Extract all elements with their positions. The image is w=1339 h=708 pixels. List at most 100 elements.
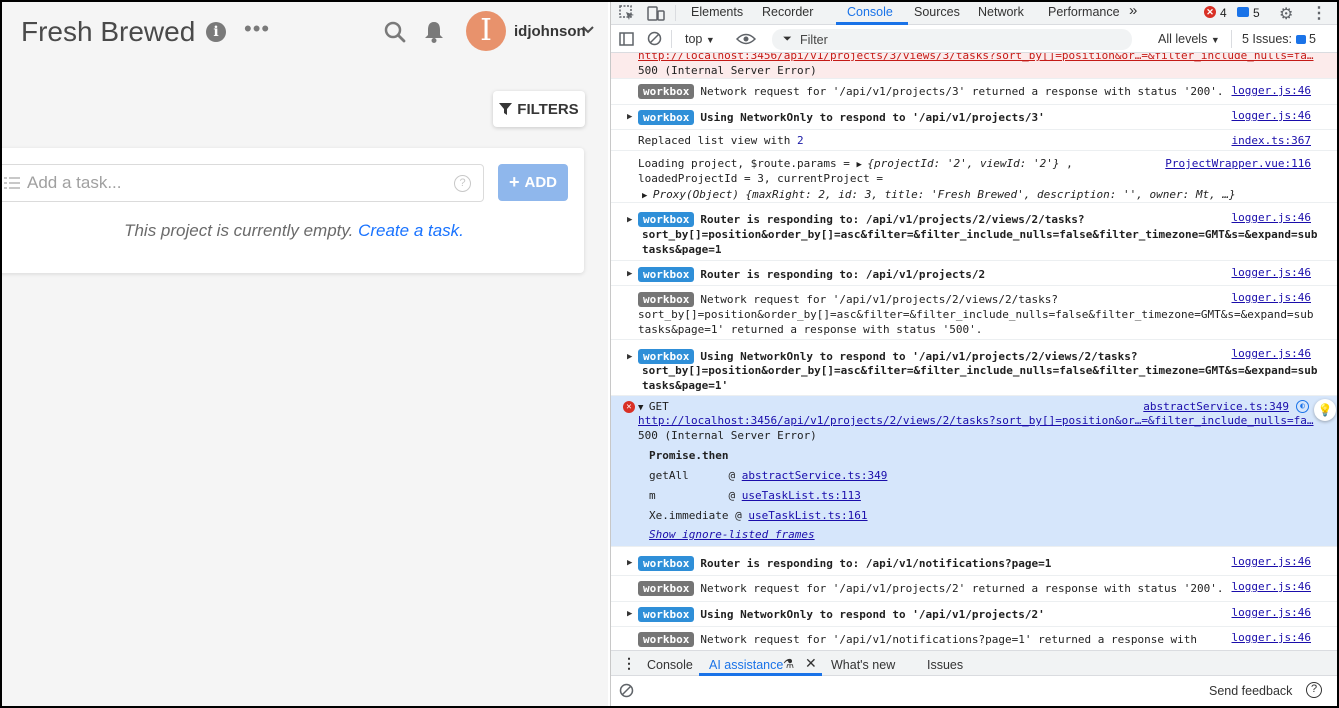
console-error-row[interactable]: ✕ ▼ GET abstractService.ts:349 ◐ http://…: [611, 396, 1337, 547]
send-feedback-link[interactable]: Send feedback: [1209, 684, 1292, 698]
tab-performance[interactable]: Performance: [1048, 5, 1120, 19]
source-link[interactable]: abstractService.ts:349: [1143, 400, 1289, 413]
source-link[interactable]: logger.js:46: [1232, 291, 1311, 304]
help-icon[interactable]: ?: [454, 175, 471, 192]
drawer-tab-whats-new[interactable]: What's new: [831, 658, 895, 672]
expand-arrow-icon[interactable]: ▶: [627, 558, 632, 568]
workbox-badge: workbox: [638, 556, 695, 571]
device-toolbar-icon[interactable]: [647, 5, 665, 21]
create-task-link[interactable]: Create a task.: [358, 221, 464, 240]
add-task-input[interactable]: [27, 170, 437, 196]
expand-arrow-icon[interactable]: ▶: [627, 609, 632, 619]
more-options-icon[interactable]: •••: [244, 16, 270, 42]
filter-field[interactable]: ⏷: [772, 29, 1132, 50]
drawer-tab-ai-assistance[interactable]: AI assistance: [709, 658, 783, 672]
console-row[interactable]: ▶ workbox Router is responding to: /api/v…: [611, 551, 1337, 576]
sidebar-toggle-icon[interactable]: [619, 32, 634, 46]
error-url[interactable]: http://localhost:3456/api/v1/projects/2/…: [638, 414, 1314, 427]
context-selector[interactable]: top ▼: [685, 32, 715, 46]
gear-icon[interactable]: ⚙: [1279, 4, 1293, 24]
lightbulb-icon[interactable]: 💡: [1314, 399, 1336, 421]
tab-recorder[interactable]: Recorder: [762, 5, 813, 19]
log-levels-dropdown[interactable]: All levels ▼: [1158, 32, 1220, 46]
message-count[interactable]: 5: [1253, 6, 1260, 20]
drawer-content: Send feedback ?: [611, 676, 1337, 706]
error-url[interactable]: http://localhost:3456/api/v1/projects/3/…: [638, 53, 1314, 62]
globe-icon[interactable]: ◐: [1296, 400, 1309, 413]
source-link[interactable]: logger.js:46: [1232, 555, 1311, 568]
tab-sources[interactable]: Sources: [914, 5, 960, 19]
log-object[interactable]: {projectId: '2', viewId: '2'}: [867, 157, 1059, 170]
log-text: loadedProjectId = 3, currentProject =: [638, 172, 884, 185]
issues-button[interactable]: 5 Issues: 5: [1242, 32, 1316, 46]
drawer-tab-issues[interactable]: Issues: [927, 658, 963, 672]
console-row: Loading project, $route.params = ▶ {proj…: [611, 151, 1337, 203]
message-badge-icon[interactable]: [1237, 7, 1249, 17]
source-link[interactable]: logger.js:46: [1232, 606, 1311, 619]
issues-count: 5: [1309, 32, 1316, 46]
source-link[interactable]: index.ts:367: [1232, 134, 1311, 147]
empty-text: This project is currently empty.: [124, 221, 354, 240]
filter-input[interactable]: [800, 31, 1120, 48]
issues-message-icon: [1295, 35, 1306, 45]
filters-button[interactable]: FILTERS: [493, 91, 585, 127]
log-object[interactable]: Proxy(Object) {maxRight: 2, id: 3, title…: [653, 188, 1236, 201]
promise-label: Promise.then: [649, 449, 729, 462]
console-row[interactable]: ▶ workbox Using NetworkOnly to respond to…: [611, 105, 1337, 130]
error-status: 500 (Internal Server Error): [638, 429, 817, 442]
source-link[interactable]: logger.js:46: [1232, 580, 1311, 593]
console-row: Replaced list view with 2 index.ts:367: [611, 130, 1337, 151]
expand-arrow-icon[interactable]: ▶: [857, 160, 868, 170]
stack-frame-link[interactable]: useTaskList.ts:113: [742, 489, 861, 502]
chevron-down-icon[interactable]: [582, 25, 594, 35]
filter-icon: [499, 102, 513, 115]
app-panel: Fresh Brewed i ••• I idjohnson FILTERS ?…: [2, 2, 608, 706]
stack-frame-link[interactable]: useTaskList.ts:161: [748, 509, 867, 522]
drawer-menu-icon[interactable]: ⋮: [622, 655, 636, 672]
expand-arrow-icon[interactable]: ▶: [627, 112, 632, 122]
log-text: Using NetworkOnly to respond to '/api/v1…: [700, 111, 1045, 124]
workbox-badge: workbox: [638, 267, 695, 282]
eye-icon[interactable]: [736, 33, 756, 45]
bell-icon[interactable]: [424, 21, 444, 43]
collapse-arrow-icon[interactable]: ▼: [638, 403, 649, 413]
tab-elements[interactable]: Elements: [691, 5, 743, 19]
error-badge-icon[interactable]: ✕: [1204, 6, 1216, 18]
clear-console-icon[interactable]: [647, 31, 662, 46]
tab-network[interactable]: Network: [978, 5, 1024, 19]
info-icon[interactable]: i: [206, 22, 226, 42]
expand-arrow-icon[interactable]: ▶: [642, 191, 653, 201]
add-task-field[interactable]: ?: [2, 164, 484, 202]
source-link[interactable]: logger.js:46: [1232, 109, 1311, 122]
console-row[interactable]: ▶ workbox Using NetworkOnly to respond to…: [611, 602, 1337, 627]
expand-arrow-icon[interactable]: ▶: [627, 269, 632, 279]
log-text: Router is responding to: /api/v1/project…: [700, 213, 1085, 226]
tab-console[interactable]: Console: [847, 5, 893, 19]
search-icon[interactable]: [384, 21, 406, 43]
expand-arrow-icon[interactable]: ▶: [627, 215, 632, 225]
username[interactable]: idjohnson: [514, 23, 586, 40]
source-link[interactable]: logger.js:46: [1232, 631, 1311, 644]
source-link[interactable]: logger.js:46: [1232, 84, 1311, 97]
more-options-icon[interactable]: ⋮: [1311, 3, 1327, 23]
source-link[interactable]: logger.js:46: [1232, 347, 1311, 360]
devtools-panel: Elements Recorder Console Sources Networ…: [610, 2, 1337, 706]
show-ignored-frames-link[interactable]: Show ignore-listed frames: [649, 528, 815, 541]
stack-frame-link[interactable]: abstractService.ts:349: [742, 469, 888, 482]
drawer-tab-console[interactable]: Console: [647, 658, 693, 672]
inspect-element-icon[interactable]: [619, 5, 635, 21]
add-button[interactable]: + ADD: [498, 164, 568, 201]
console-row[interactable]: ▶ workbox Router is responding to: /api/v…: [611, 203, 1337, 261]
expand-arrow-icon[interactable]: ▶: [627, 352, 632, 362]
close-icon[interactable]: ✕: [805, 655, 817, 672]
help-icon[interactable]: ?: [1306, 682, 1322, 698]
more-tabs-icon[interactable]: »: [1129, 2, 1137, 19]
source-link[interactable]: logger.js:46: [1232, 266, 1311, 279]
console-row[interactable]: ▶ workbox Using NetworkOnly to respond to…: [611, 340, 1337, 396]
source-link[interactable]: logger.js:46: [1232, 211, 1311, 224]
avatar[interactable]: I: [466, 11, 506, 51]
clear-icon[interactable]: [619, 683, 634, 698]
console-row[interactable]: ▶ workbox Router is responding to: /api/v…: [611, 261, 1337, 286]
error-count[interactable]: 4: [1220, 6, 1227, 20]
source-link[interactable]: ProjectWrapper.vue:116: [1165, 157, 1311, 170]
